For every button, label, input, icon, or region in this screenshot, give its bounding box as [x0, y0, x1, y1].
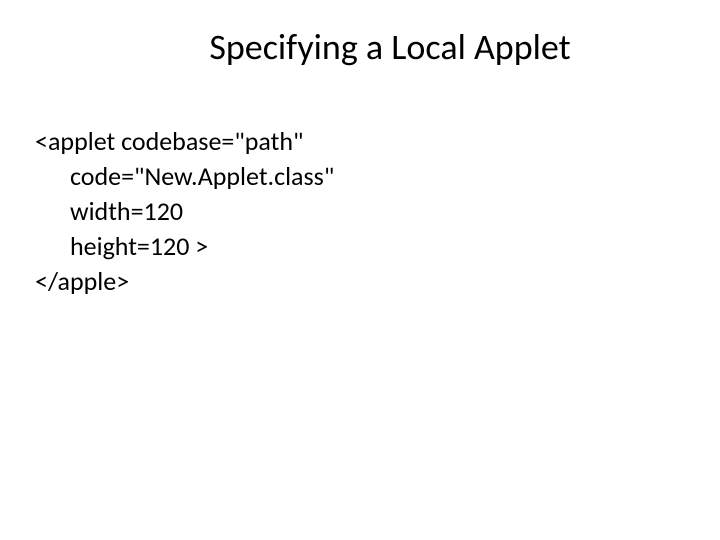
slide-container: Specifying a Local Applet <applet codeba…	[0, 0, 720, 540]
code-line-3: width=120	[35, 194, 690, 229]
slide-title: Specifying a Local Applet	[90, 25, 690, 69]
code-block: <applet codebase="path" code="New.Applet…	[35, 124, 690, 299]
code-line-2: code="New.Applet.class"	[35, 159, 690, 194]
code-line-4: height=120 >	[35, 229, 690, 264]
code-line-5: </apple>	[35, 264, 690, 299]
code-line-1: <applet codebase="path"	[35, 124, 690, 159]
